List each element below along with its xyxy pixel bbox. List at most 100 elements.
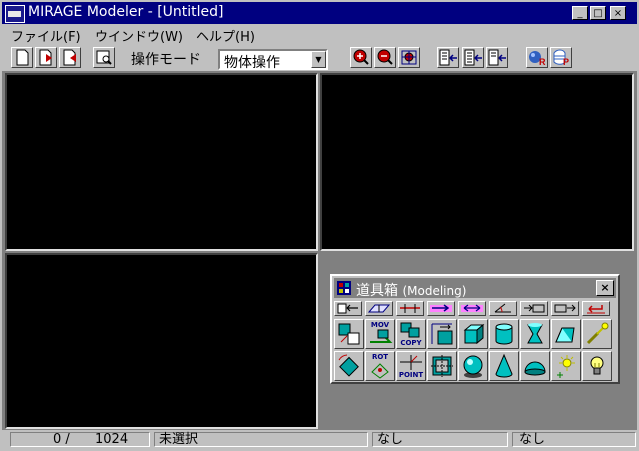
- menu-file[interactable]: ファイル(F): [11, 26, 81, 45]
- tool-angle[interactable]: [489, 301, 517, 316]
- zoom-out-button[interactable]: [374, 47, 396, 68]
- view-split-2-icon: [464, 49, 482, 66]
- view-split-2-button[interactable]: [462, 47, 484, 68]
- undo-icon: [587, 305, 605, 314]
- mode-label: 操作モード: [131, 52, 201, 68]
- tool-hourglass[interactable]: [520, 319, 550, 349]
- status-field-3: なし: [372, 432, 508, 447]
- status-count-field: 0 / 1024: [10, 432, 150, 447]
- save-file-icon: [63, 49, 76, 66]
- point-caption: POINT: [398, 371, 424, 379]
- tool-point[interactable]: POINT: [396, 351, 426, 381]
- axis-horizontal-icon: [400, 304, 420, 313]
- viewport-bottom-left[interactable]: [5, 253, 318, 429]
- viewport-top-left[interactable]: [5, 73, 318, 251]
- tool-rotate[interactable]: ROT: [365, 351, 395, 381]
- move-block-icon: [554, 304, 576, 313]
- new-file-button[interactable]: [11, 47, 33, 68]
- tool-bulb[interactable]: [582, 351, 612, 381]
- chevron-down-icon[interactable]: ▼: [311, 51, 326, 68]
- plane-icon: [367, 304, 391, 313]
- toolbox-title: 道具箱: [356, 283, 398, 299]
- frame-icon: [431, 355, 453, 377]
- menu-window[interactable]: ウインドウ(W): [95, 26, 183, 45]
- render-p-button[interactable]: P: [550, 47, 572, 68]
- dome-icon: [524, 361, 546, 376]
- view-split-3-icon: [488, 49, 506, 66]
- sphere-icon: [463, 355, 483, 378]
- save-file-button[interactable]: [59, 47, 81, 68]
- tool-frame[interactable]: [427, 351, 457, 381]
- cone-icon: [495, 353, 513, 378]
- cube-icon: [463, 323, 485, 345]
- tool-plane[interactable]: [365, 301, 393, 316]
- select-icon: [338, 323, 360, 345]
- tool-move-block[interactable]: [551, 301, 579, 316]
- tool-cone[interactable]: [489, 351, 519, 381]
- status-max: 1024: [95, 432, 129, 447]
- tool-light-beam[interactable]: [582, 319, 612, 349]
- render-r-button[interactable]: R: [526, 47, 548, 68]
- toolbox-subtitle: (Modeling): [402, 284, 467, 298]
- move-caption: MOV: [370, 321, 390, 329]
- title-bar[interactable]: MIRAGE Modeler - [Untitled] _ □ ×: [2, 2, 637, 24]
- tool-point-light[interactable]: [551, 351, 581, 381]
- tool-undo[interactable]: [582, 301, 610, 316]
- app-icon[interactable]: [5, 5, 25, 23]
- toolbox-title-bar[interactable]: 道具箱 (Modeling) ×: [334, 278, 616, 299]
- tool-wedge[interactable]: [551, 319, 581, 349]
- toolbox-close-button[interactable]: ×: [596, 280, 614, 296]
- tool-select[interactable]: [334, 319, 364, 349]
- view-split-1-button[interactable]: [437, 47, 459, 68]
- tool-sphere[interactable]: [458, 351, 488, 381]
- copy-caption: COPY: [400, 339, 422, 347]
- rotate-select-icon: [338, 354, 359, 377]
- tool-axis-both[interactable]: [458, 301, 486, 316]
- open-file-icon: [39, 49, 52, 66]
- toolbox-icon: [337, 281, 351, 295]
- axis-both-icon: [461, 304, 483, 312]
- zoom-fit-button[interactable]: [398, 47, 420, 68]
- tool-cylinder[interactable]: [489, 319, 519, 349]
- render-r-icon: R: [529, 51, 546, 67]
- print-preview-icon: [96, 50, 112, 65]
- wedge-icon: [555, 327, 575, 343]
- cylinder-icon: [495, 323, 513, 345]
- minimize-button[interactable]: _: [572, 6, 588, 20]
- print-preview-button[interactable]: [93, 47, 115, 68]
- tool-move-right[interactable]: [520, 301, 548, 316]
- view-split-1-icon: [439, 49, 457, 66]
- tool-list-select[interactable]: [334, 301, 362, 316]
- viewport-top-right[interactable]: [320, 73, 634, 251]
- render-p-icon: P: [553, 49, 569, 67]
- toolbox-window[interactable]: 道具箱 (Modeling) × MOV COPY ROT POINT: [330, 274, 620, 384]
- rot-caption: ROT: [371, 353, 389, 361]
- status-count: 0 /: [53, 432, 70, 447]
- view-split-3-button[interactable]: [486, 47, 508, 68]
- new-file-icon: [16, 49, 29, 66]
- mode-select-value: 物体操作: [224, 55, 280, 71]
- tool-dome[interactable]: [520, 351, 550, 381]
- zoom-in-button[interactable]: [350, 47, 372, 68]
- close-button[interactable]: ×: [610, 6, 626, 20]
- angle-icon: [494, 303, 511, 313]
- scale-icon: [431, 323, 453, 345]
- svg-text:R: R: [539, 57, 546, 67]
- mode-select[interactable]: 物体操作 ▼: [218, 49, 328, 71]
- status-selection: 未選択: [154, 432, 368, 447]
- move-right-icon: [524, 304, 545, 313]
- menu-help[interactable]: ヘルプ(H): [196, 26, 255, 45]
- tool-axis-h[interactable]: [396, 301, 424, 316]
- tool-copy[interactable]: COPY: [396, 319, 426, 349]
- tool-rotate-select[interactable]: [334, 351, 364, 381]
- tool-move[interactable]: MOV: [365, 319, 395, 349]
- window-title: MIRAGE Modeler - [Untitled]: [28, 4, 224, 20]
- hourglass-icon: [527, 323, 543, 344]
- tool-cube[interactable]: [458, 319, 488, 349]
- tool-axis-right[interactable]: [427, 301, 455, 316]
- tool-scale[interactable]: [427, 319, 457, 349]
- maximize-button[interactable]: □: [590, 6, 606, 20]
- spotlight-icon: [586, 322, 609, 345]
- open-file-button[interactable]: [35, 47, 57, 68]
- bulb-icon: [590, 356, 604, 375]
